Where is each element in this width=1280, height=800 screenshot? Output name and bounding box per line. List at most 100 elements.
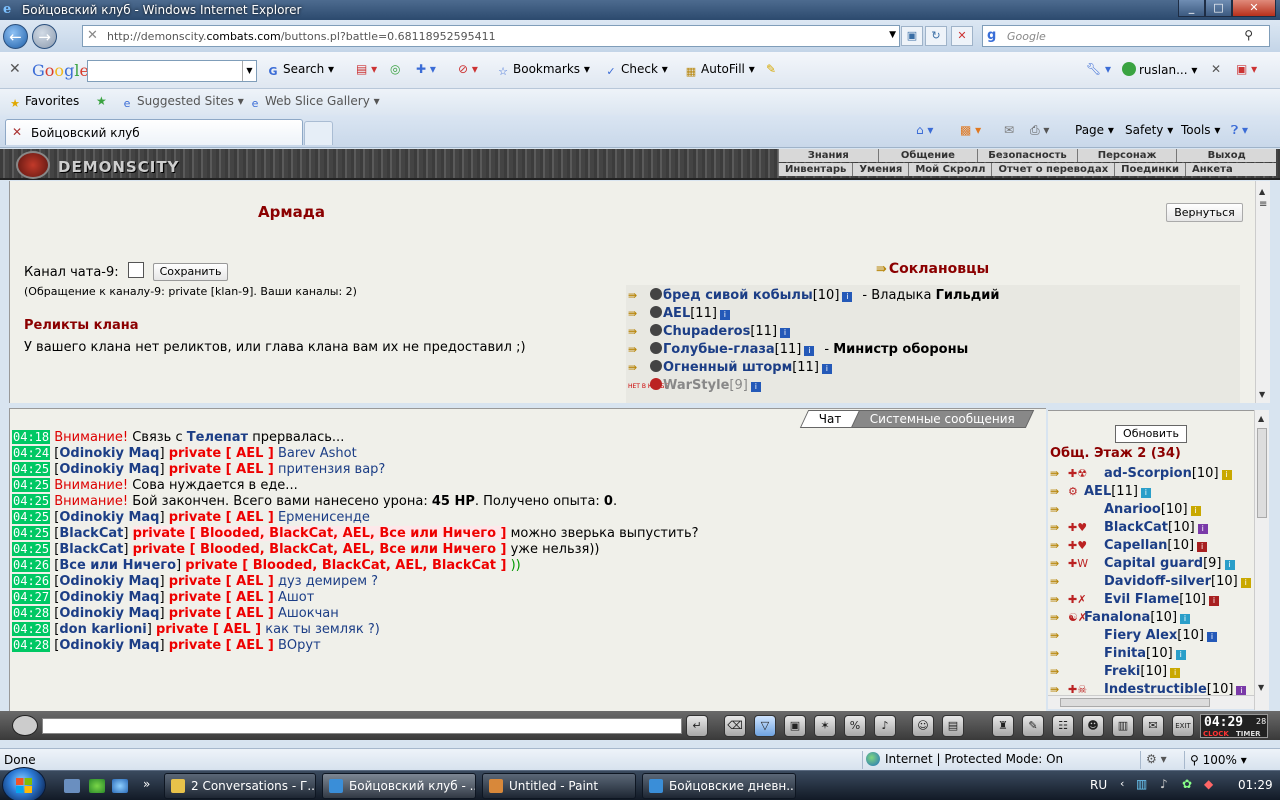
chat-bubble-icon[interactable] — [12, 715, 38, 736]
close-toolbar-icon[interactable]: ✕ — [9, 61, 21, 77]
minimize-button[interactable]: _ — [1178, 0, 1205, 17]
start-button[interactable] — [2, 767, 46, 800]
search-box[interactable]: g Google ⚲ — [982, 25, 1270, 47]
help-icon[interactable]: ❓︎ ▾ — [1231, 123, 1248, 138]
address-bar[interactable]: ✕ http://demonscity.combats.com/buttons.… — [82, 25, 900, 47]
autofill-button[interactable]: ▦ AutoFill ▾ — [684, 62, 755, 79]
check-button[interactable]: ✓ Check ▾ — [604, 62, 667, 79]
popup-blocker-icon[interactable]: ⊘ ▾ — [458, 62, 478, 76]
menu-profile[interactable]: Анкета — [1184, 163, 1239, 176]
taskbar-item[interactable]: Бойцовские дневн... — [642, 773, 796, 799]
info-icon[interactable]: i — [1221, 470, 1232, 480]
info-icon[interactable]: i — [1240, 578, 1251, 588]
menu-exit[interactable]: Выход — [1176, 149, 1276, 162]
character-icon[interactable]: ☻ — [1082, 715, 1104, 737]
scroll-down-icon[interactable]: ▼ — [1258, 683, 1264, 692]
user-account-button[interactable]: ruslan... ▾ — [1122, 62, 1197, 77]
info-icon[interactable]: i — [1140, 488, 1151, 498]
private-arrow-icon[interactable]: ⇛ — [1050, 611, 1068, 624]
private-arrow-icon[interactable]: ⇛ — [628, 325, 650, 338]
news-icon[interactable]: ▤ ▾ — [356, 62, 377, 76]
private-arrow-icon[interactable]: ⇛ — [1050, 593, 1068, 606]
tray-app-icon[interactable]: ✿ — [1182, 777, 1192, 791]
taskbar-item[interactable]: 2 Conversations - Г... — [164, 773, 316, 799]
scroll-thumb[interactable] — [1257, 428, 1267, 518]
chevron-down-icon[interactable]: ▼ — [242, 61, 256, 81]
menu-my-scroll[interactable]: Мой Скролл — [908, 163, 991, 176]
refresh-button[interactable]: ↻ — [925, 26, 947, 46]
web-slice-gallery-button[interactable]: e Web Slice Gallery ▾ — [248, 94, 380, 111]
friends-icon[interactable]: ☷ — [1052, 715, 1074, 737]
info-icon[interactable]: i — [1208, 596, 1219, 606]
private-arrow-icon[interactable]: ⇛ — [1050, 503, 1068, 516]
private-arrow-icon[interactable]: ⇛ — [1050, 539, 1068, 552]
message-icon[interactable]: ✉ — [1142, 715, 1164, 737]
send-icon[interactable]: ↵ — [686, 715, 708, 737]
private-arrow-icon[interactable]: ⇛ — [1050, 521, 1068, 534]
chat-input[interactable] — [42, 718, 682, 734]
clanmate-name[interactable]: бред сивой кобылы — [663, 288, 813, 303]
suggested-sites-button[interactable]: e Suggested Sites ▾ — [120, 94, 244, 111]
clanmate-name[interactable]: AEL — [663, 306, 690, 321]
scroll-up-icon[interactable]: ▲ — [1259, 187, 1265, 196]
tray-expand-icon[interactable]: ‹ — [1120, 777, 1124, 790]
info-icon[interactable]: i — [1180, 614, 1191, 624]
menu-communication[interactable]: Общение — [877, 149, 978, 162]
info-icon[interactable]: i — [1197, 524, 1208, 534]
clanmate-name[interactable]: Голубые-глаза — [663, 342, 775, 357]
address-dropdown-icon[interactable]: ▼ — [889, 30, 896, 40]
clan-list-icon[interactable]: ▤ — [942, 715, 964, 737]
sound-icon[interactable]: ♪ — [874, 715, 896, 737]
new-tab-button[interactable] — [304, 121, 333, 145]
protected-mode-icon[interactable]: ⚙ ▾ — [1146, 752, 1167, 766]
close-toolbar-right-icon[interactable]: ✕ — [1211, 62, 1221, 76]
menu-character[interactable]: Персонаж — [1076, 149, 1177, 162]
menu-skills[interactable]: Умения — [852, 163, 908, 176]
network-icon[interactable]: ▥ — [1136, 777, 1147, 791]
taskbar-item[interactable]: Untitled - Paint — [482, 773, 636, 799]
info-icon[interactable]: i — [750, 382, 761, 392]
private-arrow-icon[interactable]: ⇛ — [628, 307, 650, 320]
security-zone[interactable]: Internet | Protected Mode: On — [866, 752, 1063, 766]
add-favorite-icon[interactable]: ★ — [96, 94, 107, 108]
forward-button[interactable]: → — [32, 24, 57, 49]
clan-panel-scrollbar[interactable]: ▲ ≡ ▼ — [1255, 181, 1270, 403]
info-icon[interactable]: i — [1190, 506, 1201, 516]
menu-transfer-report[interactable]: Отчет о переводах — [991, 163, 1114, 176]
maximize-button[interactable]: □ — [1205, 0, 1232, 17]
scroll-icon[interactable]: ✎ — [1022, 715, 1044, 737]
clock-timer[interactable]: 04:29 28 CLOCK TIMER — [1200, 714, 1268, 738]
online-list-scrollbar[interactable]: ▲ ▼ — [1254, 410, 1269, 710]
private-arrow-icon[interactable]: ⇛ — [1050, 629, 1068, 642]
fight-icon[interactable]: ✶ — [814, 715, 836, 737]
tab-system-messages[interactable]: Системные сообщения — [850, 410, 1034, 428]
tools-menu[interactable]: Tools ▾ — [1181, 123, 1220, 137]
scroll-thumb[interactable] — [1060, 698, 1210, 707]
google-search-button[interactable]: G Search ▾ — [266, 62, 334, 79]
info-icon[interactable]: i — [1170, 668, 1181, 678]
private-arrow-icon[interactable]: ⇛ — [628, 343, 650, 356]
tray-shield-icon[interactable]: ◆ — [1204, 777, 1213, 791]
back-button[interactable]: ← — [3, 24, 28, 49]
private-arrow-icon[interactable]: ⇛ — [628, 361, 650, 374]
private-arrow-icon[interactable]: ⇛ — [1050, 557, 1068, 570]
channel-checkbox[interactable] — [128, 262, 144, 278]
close-window-button[interactable]: ✕ — [1232, 0, 1276, 17]
clanmate-name[interactable]: Огненный шторм — [663, 360, 792, 375]
info-icon[interactable]: i — [1224, 560, 1235, 570]
online-list-hscrollbar[interactable] — [1048, 695, 1254, 709]
stop-button[interactable]: ✕ — [951, 26, 973, 46]
filter-icon[interactable]: ▽ — [754, 715, 776, 737]
google-search-input[interactable]: ▼ — [87, 60, 257, 82]
share-icon[interactable]: ◎ — [390, 62, 400, 76]
private-arrow-icon[interactable]: ⇛ — [1050, 575, 1068, 588]
menu-inventory[interactable]: Инвентарь — [778, 163, 852, 176]
info-icon[interactable]: i — [1175, 650, 1186, 660]
save-log-icon[interactable]: ▣ — [784, 715, 806, 737]
private-arrow-icon[interactable]: ⇛ — [628, 289, 650, 302]
clanmate-name[interactable]: Chupaderos — [663, 324, 750, 339]
info-icon[interactable]: i — [1206, 632, 1217, 642]
tab-active[interactable]: ✕ Бойцовский клуб — [5, 119, 303, 145]
info-icon[interactable]: i — [780, 328, 791, 338]
items-icon[interactable]: ▥ — [1112, 715, 1134, 737]
